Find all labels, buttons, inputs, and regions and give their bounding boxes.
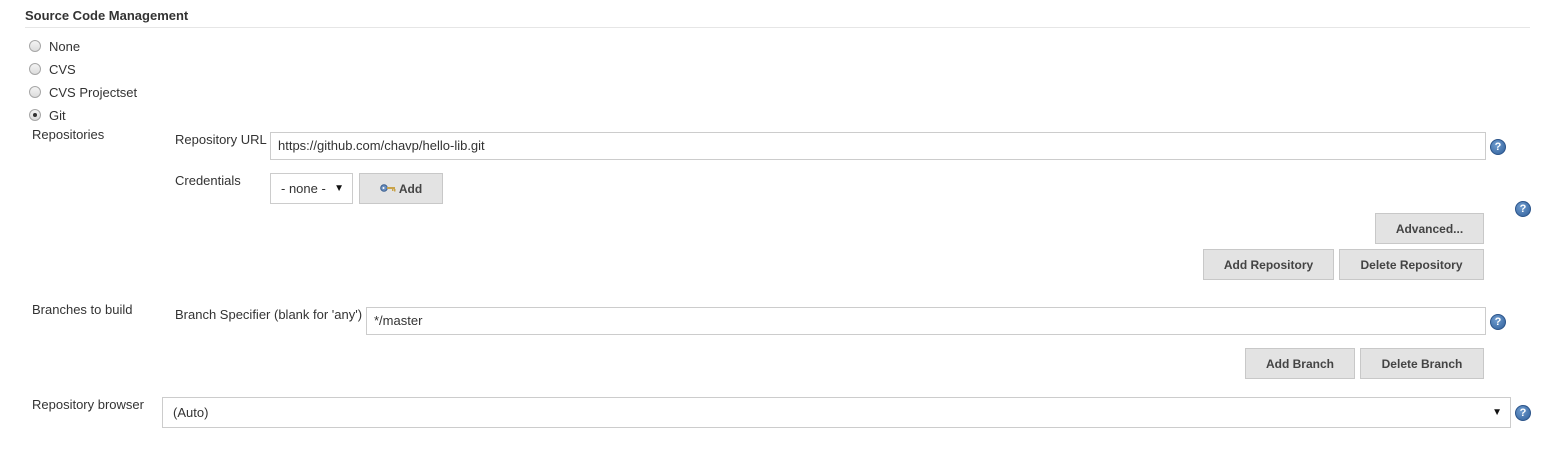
add-branch-button[interactable]: Add Branch: [1245, 348, 1355, 379]
section-title: Source Code Management: [25, 8, 189, 23]
chevron-down-icon: ▼: [334, 183, 344, 194]
credentials-select[interactable]: - none - ▼: [270, 173, 353, 204]
radio-label-git: Git: [49, 107, 66, 123]
repository-url-input[interactable]: https://github.com/chavp/hello-lib.git: [270, 132, 1486, 160]
repository-browser-select[interactable]: (Auto) ▼: [162, 397, 1511, 428]
scm-option-none[interactable]: None: [29, 37, 80, 55]
repository-browser-label: Repository browser: [32, 397, 144, 412]
radio-label-cvs-projectset: CVS Projectset: [49, 84, 138, 100]
branches-label: Branches to build: [32, 302, 133, 317]
branch-specifier-input[interactable]: */master: [366, 307, 1486, 335]
radio-label-cvs: CVS: [49, 61, 76, 77]
delete-branch-button[interactable]: Delete Branch: [1360, 348, 1484, 379]
add-repository-button[interactable]: Add Repository: [1203, 249, 1334, 280]
help-icon[interactable]: ?: [1515, 405, 1531, 421]
delete-repository-button[interactable]: Delete Repository: [1339, 249, 1484, 280]
radio-none[interactable]: [29, 40, 41, 52]
repository-browser-selected-value: (Auto): [173, 405, 209, 420]
credentials-selected-value: - none -: [281, 181, 326, 196]
repositories-label: Repositories: [32, 127, 105, 142]
help-icon[interactable]: ?: [1515, 201, 1531, 217]
help-icon[interactable]: ?: [1490, 314, 1506, 330]
branch-specifier-label: Branch Specifier (blank for 'any'): [175, 307, 363, 322]
key-icon: [380, 182, 396, 196]
chevron-down-icon: ▼: [1492, 407, 1502, 418]
repository-url-label: Repository URL: [175, 132, 267, 147]
radio-git[interactable]: [29, 109, 41, 121]
add-credentials-button[interactable]: Add: [359, 173, 443, 204]
add-button-label: Add: [398, 181, 423, 196]
radio-label-none: None: [49, 38, 81, 54]
credentials-label: Credentials: [175, 173, 241, 188]
help-icon[interactable]: ?: [1490, 139, 1506, 155]
advanced-button[interactable]: Advanced...: [1375, 213, 1484, 244]
scm-option-cvs-projectset[interactable]: CVS Projectset: [29, 83, 137, 101]
section-divider: [25, 27, 1530, 28]
scm-option-cvs[interactable]: CVS: [29, 60, 76, 78]
scm-option-git[interactable]: Git: [29, 106, 66, 124]
radio-cvs-projectset[interactable]: [29, 86, 41, 98]
radio-cvs[interactable]: [29, 63, 41, 75]
